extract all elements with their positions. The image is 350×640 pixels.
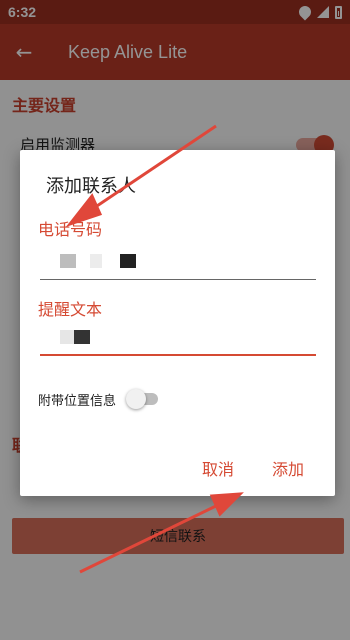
remind-text-input[interactable] (40, 322, 316, 356)
remind-text-label: 提醒文本 (38, 300, 103, 319)
redacted-block (90, 254, 102, 268)
add-contact-dialog: 添加联系人 电话号码 提醒文本 附带位置信息 取消 添加 (20, 150, 335, 496)
redacted-block (120, 254, 136, 268)
redacted-block (60, 254, 76, 268)
phone-input[interactable] (40, 246, 316, 280)
dialog-title: 添加联系人 (46, 176, 136, 197)
add-button[interactable]: 添加 (272, 456, 304, 480)
redacted-block (60, 330, 74, 344)
cancel-button[interactable]: 取消 (202, 456, 234, 480)
location-toggle[interactable] (126, 389, 158, 409)
phone-label: 电话号码 (38, 220, 103, 239)
location-label: 附带位置信息 (38, 394, 117, 409)
redacted-block (74, 330, 90, 344)
